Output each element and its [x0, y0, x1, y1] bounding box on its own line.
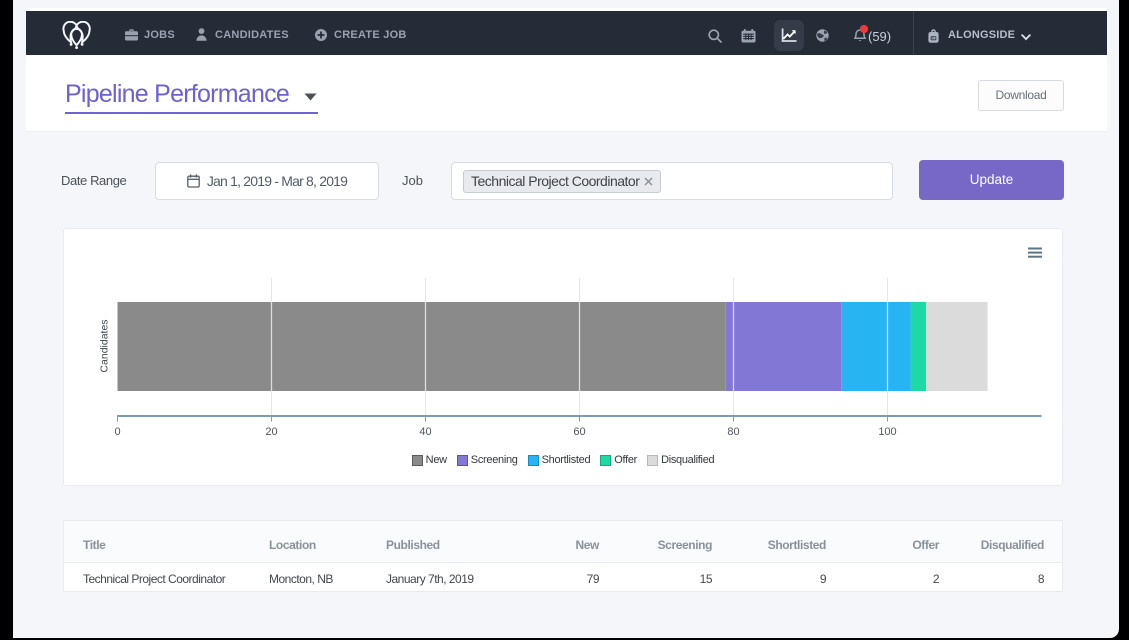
svg-text:20: 20 — [265, 426, 277, 438]
svg-text:0: 0 — [114, 426, 120, 438]
svg-text:40: 40 — [419, 426, 431, 438]
svg-text:Candidates: Candidates — [99, 319, 111, 372]
svg-text:60: 60 — [573, 426, 585, 438]
svg-text:80: 80 — [727, 426, 739, 438]
svg-text:100: 100 — [878, 426, 896, 438]
